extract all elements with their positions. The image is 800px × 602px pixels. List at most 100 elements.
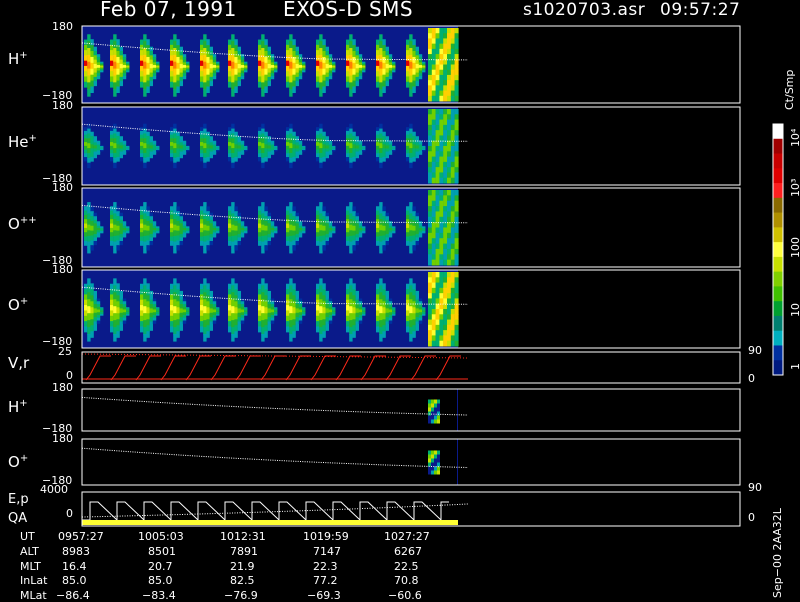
spec-block-cell — [428, 403, 431, 408]
spec-cell — [200, 227, 204, 233]
spec-cell — [415, 290, 419, 296]
spec-cell — [206, 289, 210, 296]
spec-cell — [84, 138, 88, 143]
spec-cell — [316, 50, 320, 56]
spec-cell — [295, 321, 299, 327]
spec-cell — [140, 55, 144, 62]
spec-cell — [146, 140, 150, 145]
spec-cell — [412, 148, 416, 154]
spec-block-cell — [439, 130, 444, 136]
spec-cell — [93, 226, 97, 231]
spec-cell — [146, 51, 150, 58]
spec-cell — [319, 224, 323, 231]
spec-block-cell — [450, 319, 455, 326]
spec-cell — [146, 245, 150, 251]
spec-cell — [289, 82, 293, 90]
spec-cell — [231, 89, 235, 97]
spec-cell — [90, 289, 94, 296]
spec-block-cell — [435, 172, 440, 179]
spec-cell — [346, 326, 350, 333]
ephem-label-alt: ALT — [20, 545, 39, 558]
spec-cell — [119, 212, 123, 217]
spec-cell — [412, 301, 416, 308]
spec-cell — [286, 283, 290, 290]
spec-block-cell — [435, 43, 440, 50]
spec-cell — [170, 55, 174, 62]
spec-cell — [264, 240, 268, 246]
spec-block-cell — [434, 458, 437, 463]
spec-cell — [385, 226, 389, 231]
spec-block-cell — [428, 190, 432, 196]
spec-cell — [355, 317, 359, 323]
spec-block-cell — [454, 43, 459, 50]
spec-cell — [228, 130, 232, 136]
spec-cell — [93, 241, 97, 246]
spec-cell — [206, 313, 210, 320]
spec-cell — [231, 313, 235, 321]
spec-cell — [119, 219, 123, 224]
spec-cell — [349, 235, 353, 243]
spec-cell — [286, 294, 290, 301]
spec-block-cell — [450, 124, 455, 131]
spec-cell — [379, 152, 383, 159]
spec-block-cell — [428, 470, 431, 475]
spec-cell — [87, 128, 91, 135]
spec-block-cell — [431, 48, 436, 55]
spec-cell — [200, 294, 204, 301]
spec-block-cell — [435, 330, 440, 336]
spec-cell — [264, 152, 268, 158]
spec-cell — [231, 334, 235, 342]
spec-block-cell — [431, 335, 436, 342]
spec-cell — [149, 321, 153, 327]
spec-cell — [409, 75, 413, 83]
spec-cell — [286, 214, 290, 220]
spec-cell — [228, 289, 232, 296]
spec-cell — [228, 236, 232, 242]
spec-cell — [382, 131, 386, 137]
spec-cell — [358, 152, 363, 155]
spec-cell — [228, 283, 232, 290]
spec-cell — [143, 61, 147, 70]
spec-cell — [90, 45, 94, 52]
spec-block-cell — [431, 33, 436, 39]
spec-cell — [176, 148, 180, 154]
spec-cell — [258, 50, 262, 56]
spec-cell — [113, 48, 117, 56]
spec-cell — [146, 230, 150, 237]
spec-block-cell — [435, 216, 440, 223]
spec-block-cell — [435, 272, 440, 278]
spec-cell — [412, 313, 416, 320]
spec-cell — [200, 145, 204, 151]
spec-cell — [200, 321, 204, 328]
spec-cell — [258, 305, 262, 312]
spec-block-cell — [434, 454, 437, 459]
spec-cell — [93, 233, 97, 239]
spec-cell — [203, 152, 207, 159]
spec-cell — [116, 211, 120, 217]
spec-block-cell — [450, 287, 455, 294]
colorbar-segment — [773, 197, 783, 214]
spec-block-cell — [428, 33, 432, 39]
spec-cell — [119, 59, 123, 65]
spec-block-cell — [428, 232, 432, 239]
spec-block-cell — [439, 74, 444, 81]
spec-cell — [173, 219, 177, 226]
spec-cell — [358, 320, 363, 324]
spec-cell — [146, 74, 150, 82]
spec-cell — [258, 127, 262, 132]
spec-cell — [143, 278, 147, 286]
spec-cell — [316, 149, 320, 154]
spec-block-cell — [443, 211, 448, 218]
spec-block-cell — [447, 130, 451, 136]
spec-cell — [406, 283, 410, 290]
spec-block-cell — [454, 33, 459, 39]
spec-cell — [146, 301, 150, 308]
spec-cell — [322, 156, 326, 162]
spec-cell — [295, 304, 299, 309]
spec-block-cell — [454, 114, 459, 121]
spec-cell — [258, 232, 262, 238]
spec-block-cell — [439, 335, 444, 342]
spec-block-cell — [435, 287, 440, 294]
spec-cell — [116, 283, 120, 290]
spec-cell — [146, 152, 150, 158]
